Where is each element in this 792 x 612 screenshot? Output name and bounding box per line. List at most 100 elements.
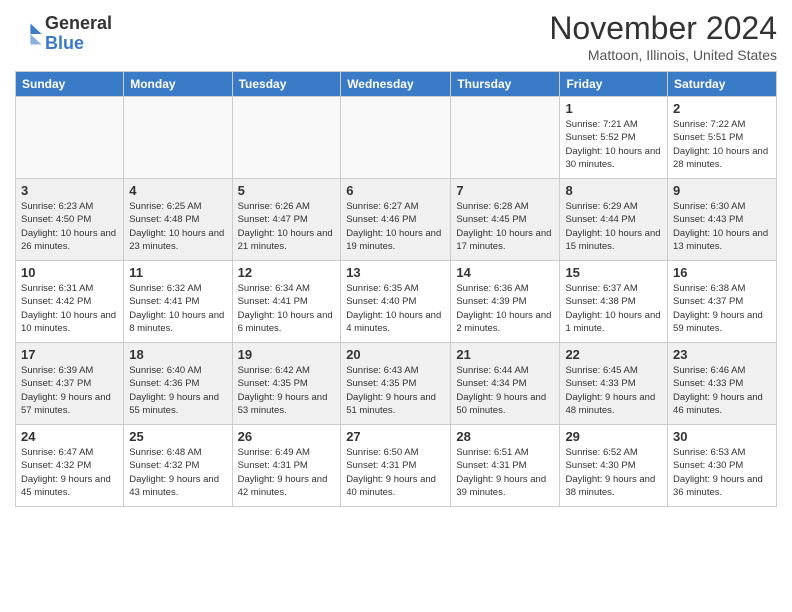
calendar-header-monday: Monday — [124, 72, 232, 97]
calendar-cell: 5Sunrise: 6:26 AM Sunset: 4:47 PM Daylig… — [232, 179, 341, 261]
calendar-header-thursday: Thursday — [451, 72, 560, 97]
calendar-cell: 7Sunrise: 6:28 AM Sunset: 4:45 PM Daylig… — [451, 179, 560, 261]
calendar-cell — [232, 97, 341, 179]
calendar-cell: 12Sunrise: 6:34 AM Sunset: 4:41 PM Dayli… — [232, 261, 341, 343]
calendar-cell: 30 Sunrise: 6:53 AM Sunset: 4:30 PM Dayli… — [668, 425, 777, 507]
calendar-cell: 26 Sunrise: 6:49 AM Sunset: 4:31 PM Dayli… — [232, 425, 341, 507]
calendar-header-row: SundayMondayTuesdayWednesdayThursdayFrid… — [16, 72, 777, 97]
calendar-cell: 6Sunrise: 6:27 AM Sunset: 4:46 PM Daylig… — [341, 179, 451, 261]
calendar-header-wednesday: Wednesday — [341, 72, 451, 97]
calendar-cell: 15Sunrise: 6:37 AM Sunset: 4:38 PM Dayli… — [560, 261, 668, 343]
calendar-cell: 29 Sunrise: 6:52 AM Sunset: 4:30 PM Dayli… — [560, 425, 668, 507]
page: General Blue November 2024 Mattoon, Illi… — [0, 0, 792, 612]
day-number: 24 — [21, 429, 118, 444]
day-number: 4 — [129, 183, 226, 198]
calendar-header-friday: Friday — [560, 72, 668, 97]
day-info: Sunrise: 6:25 AM Sunset: 4:48 PM Dayligh… — [129, 200, 226, 253]
day-number: 17 — [21, 347, 118, 362]
day-info: Sunrise: 6:40 AM Sunset: 4:36 PM Dayligh… — [129, 364, 226, 417]
logo-general-text: General — [45, 13, 112, 33]
header: General Blue November 2024 Mattoon, Illi… — [15, 10, 777, 63]
calendar-cell: 21Sunrise: 6:44 AM Sunset: 4:34 PM Dayli… — [451, 343, 560, 425]
logo: General Blue — [15, 14, 112, 54]
calendar-week-3: 10Sunrise: 6:31 AM Sunset: 4:42 PM Dayli… — [16, 261, 777, 343]
calendar-header-saturday: Saturday — [668, 72, 777, 97]
calendar-cell: 18 Sunrise: 6:40 AM Sunset: 4:36 PM Dayli… — [124, 343, 232, 425]
calendar-week-1: 1Sunrise: 7:21 AM Sunset: 5:52 PM Daylig… — [16, 97, 777, 179]
day-info: Sunrise: 6:39 AM Sunset: 4:37 PM Dayligh… — [21, 364, 118, 417]
day-number: 12 — [238, 265, 336, 280]
calendar-cell: 10Sunrise: 6:31 AM Sunset: 4:42 PM Dayli… — [16, 261, 124, 343]
calendar-cell: 20Sunrise: 6:43 AM Sunset: 4:35 PM Dayli… — [341, 343, 451, 425]
calendar-header-tuesday: Tuesday — [232, 72, 341, 97]
day-number: 2 — [673, 101, 771, 116]
calendar-cell: 8 Sunrise: 6:29 AM Sunset: 4:44 PM Daylig… — [560, 179, 668, 261]
calendar-week-2: 3 Sunrise: 6:23 AM Sunset: 4:50 PM Daylig… — [16, 179, 777, 261]
day-info: Sunrise: 6:29 AM Sunset: 4:44 PM Dayligh… — [565, 200, 662, 253]
day-info: Sunrise: 6:51 AM Sunset: 4:31 PM Dayligh… — [456, 446, 554, 499]
day-number: 14 — [456, 265, 554, 280]
calendar-cell: 13Sunrise: 6:35 AM Sunset: 4:40 PM Dayli… — [341, 261, 451, 343]
day-info: Sunrise: 6:36 AM Sunset: 4:39 PM Dayligh… — [456, 282, 554, 335]
day-number: 27 — [346, 429, 445, 444]
title-area: November 2024 Mattoon, Illinois, United … — [549, 10, 777, 63]
day-number: 30 — [673, 429, 771, 444]
calendar-week-4: 17 Sunrise: 6:39 AM Sunset: 4:37 PM Dayli… — [16, 343, 777, 425]
calendar-cell — [16, 97, 124, 179]
day-number: 26 — [238, 429, 336, 444]
location: Mattoon, Illinois, United States — [549, 47, 777, 63]
day-number: 16 — [673, 265, 771, 280]
calendar-cell: 2 Sunrise: 7:22 AM Sunset: 5:51 PM Daylig… — [668, 97, 777, 179]
calendar-cell: 19 Sunrise: 6:42 AM Sunset: 4:35 PM Dayli… — [232, 343, 341, 425]
calendar-cell: 11 Sunrise: 6:32 AM Sunset: 4:41 PM Dayli… — [124, 261, 232, 343]
day-number: 22 — [565, 347, 662, 362]
day-info: Sunrise: 6:42 AM Sunset: 4:35 PM Dayligh… — [238, 364, 336, 417]
calendar-cell: 9 Sunrise: 6:30 AM Sunset: 4:43 PM Daylig… — [668, 179, 777, 261]
day-number: 29 — [565, 429, 662, 444]
calendar-cell: 4 Sunrise: 6:25 AM Sunset: 4:48 PM Daylig… — [124, 179, 232, 261]
calendar-cell: 16Sunrise: 6:38 AM Sunset: 4:37 PM Dayli… — [668, 261, 777, 343]
day-number: 8 — [565, 183, 662, 198]
day-number: 23 — [673, 347, 771, 362]
day-info: Sunrise: 6:46 AM Sunset: 4:33 PM Dayligh… — [673, 364, 771, 417]
calendar-cell — [451, 97, 560, 179]
day-number: 11 — [129, 265, 226, 280]
calendar-cell: 1Sunrise: 7:21 AM Sunset: 5:52 PM Daylig… — [560, 97, 668, 179]
calendar: SundayMondayTuesdayWednesdayThursdayFrid… — [15, 71, 777, 507]
day-number: 5 — [238, 183, 336, 198]
day-info: Sunrise: 6:48 AM Sunset: 4:32 PM Dayligh… — [129, 446, 226, 499]
day-number: 3 — [21, 183, 118, 198]
day-info: Sunrise: 6:52 AM Sunset: 4:30 PM Dayligh… — [565, 446, 662, 499]
day-info: Sunrise: 6:44 AM Sunset: 4:34 PM Dayligh… — [456, 364, 554, 417]
day-info: Sunrise: 6:35 AM Sunset: 4:40 PM Dayligh… — [346, 282, 445, 335]
day-number: 28 — [456, 429, 554, 444]
day-info: Sunrise: 6:27 AM Sunset: 4:46 PM Dayligh… — [346, 200, 445, 253]
day-info: Sunrise: 7:22 AM Sunset: 5:51 PM Dayligh… — [673, 118, 771, 171]
logo-icon — [15, 20, 43, 48]
day-number: 1 — [565, 101, 662, 116]
day-info: Sunrise: 6:30 AM Sunset: 4:43 PM Dayligh… — [673, 200, 771, 253]
day-info: Sunrise: 6:23 AM Sunset: 4:50 PM Dayligh… — [21, 200, 118, 253]
logo-blue-text: Blue — [45, 33, 84, 53]
day-info: Sunrise: 6:47 AM Sunset: 4:32 PM Dayligh… — [21, 446, 118, 499]
day-number: 7 — [456, 183, 554, 198]
calendar-cell: 23 Sunrise: 6:46 AM Sunset: 4:33 PM Dayli… — [668, 343, 777, 425]
calendar-week-5: 24 Sunrise: 6:47 AM Sunset: 4:32 PM Dayli… — [16, 425, 777, 507]
day-info: Sunrise: 6:43 AM Sunset: 4:35 PM Dayligh… — [346, 364, 445, 417]
calendar-cell: 14 Sunrise: 6:36 AM Sunset: 4:39 PM Dayli… — [451, 261, 560, 343]
calendar-cell: 24 Sunrise: 6:47 AM Sunset: 4:32 PM Dayli… — [16, 425, 124, 507]
day-info: Sunrise: 6:49 AM Sunset: 4:31 PM Dayligh… — [238, 446, 336, 499]
day-number: 25 — [129, 429, 226, 444]
day-number: 18 — [129, 347, 226, 362]
calendar-header-sunday: Sunday — [16, 72, 124, 97]
day-info: Sunrise: 6:53 AM Sunset: 4:30 PM Dayligh… — [673, 446, 771, 499]
day-info: Sunrise: 6:32 AM Sunset: 4:41 PM Dayligh… — [129, 282, 226, 335]
day-number: 19 — [238, 347, 336, 362]
day-number: 10 — [21, 265, 118, 280]
day-info: Sunrise: 6:50 AM Sunset: 4:31 PM Dayligh… — [346, 446, 445, 499]
day-number: 9 — [673, 183, 771, 198]
day-number: 15 — [565, 265, 662, 280]
calendar-cell — [341, 97, 451, 179]
calendar-cell: 25 Sunrise: 6:48 AM Sunset: 4:32 PM Dayli… — [124, 425, 232, 507]
calendar-cell: 22Sunrise: 6:45 AM Sunset: 4:33 PM Dayli… — [560, 343, 668, 425]
